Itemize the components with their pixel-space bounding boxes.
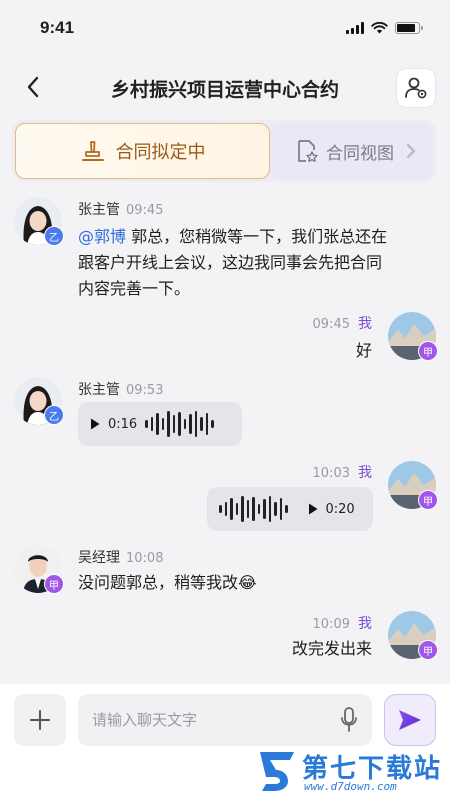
voice-input-button[interactable] — [336, 706, 362, 734]
add-attachment-button[interactable] — [14, 694, 66, 746]
mention-link[interactable]: @郭博 — [78, 227, 126, 246]
message-time: 10:09 — [312, 617, 350, 632]
wifi-icon — [371, 22, 388, 34]
tab-contract-drafting[interactable]: 合同拟定中 — [15, 123, 270, 179]
message-time: 09:53 — [126, 383, 164, 398]
sender-name: 吴经理 — [78, 550, 120, 566]
role-badge: 甲 — [44, 574, 64, 594]
signing-pen-icon — [81, 141, 104, 161]
voice-duration: 0:20 — [325, 501, 355, 517]
voice-message[interactable]: 0:16 — [78, 402, 242, 446]
watermark-url: www.d7down.com — [304, 780, 397, 793]
role-badge: 甲 — [418, 341, 438, 361]
watermark: 第七下载站 www.d7down.com — [252, 746, 447, 796]
status-icons — [346, 22, 423, 34]
sender-name: 张主管 — [78, 202, 120, 218]
sender-name: 张主管 — [78, 382, 120, 398]
message-text: 没问题郭总，稍等我改😂 — [78, 573, 257, 592]
message-line: @郭博 郭总，您稍微等一下，我们张总还在 — [78, 224, 428, 250]
message-line-text: 郭总，您稍微等一下，我们张总还在 — [131, 227, 388, 246]
voice-message[interactable]: 0:20 — [207, 487, 373, 531]
play-icon — [91, 418, 100, 430]
message-text: 改完发出来 — [291, 639, 372, 658]
watermark-logo-icon — [260, 752, 294, 791]
sender-name: 我 — [358, 465, 372, 481]
message-line: 跟客户开线上会议，这边我同事会先把合同 — [78, 253, 383, 272]
plus-icon — [30, 710, 50, 730]
chat-text-input[interactable] — [78, 694, 372, 746]
send-button[interactable] — [384, 694, 436, 746]
message-time: 09:45 — [312, 317, 350, 332]
role-badge: 甲 — [418, 490, 438, 510]
message-text: @郭博 郭总，您稍微等一下，我们张总还在 跟客户开线上会议，这边我同事会先把合同… — [78, 224, 428, 302]
document-star-icon — [298, 140, 318, 162]
waveform-icon — [145, 410, 214, 438]
contract-tabs: 合同拟定中 合同视图 — [12, 120, 436, 182]
play-icon — [308, 503, 317, 515]
role-badge: 乙 — [44, 226, 64, 246]
sender-line: 张主管 09:45 — [78, 199, 163, 219]
page-title: 乡村振兴项目运营中心合约 — [110, 79, 339, 101]
chevron-right-icon — [406, 143, 416, 159]
status-bar: 9:41 — [0, 0, 450, 56]
message-time: 09:45 — [126, 203, 164, 218]
message-time: 10:08 — [126, 551, 164, 566]
nav-bar: 乡村振兴项目运营中心合约 — [0, 62, 450, 112]
waveform-icon — [219, 495, 288, 523]
sender-name: 我 — [358, 316, 372, 332]
cellular-signal-icon — [346, 22, 364, 34]
message-text: 好 — [355, 341, 372, 360]
microphone-icon — [341, 707, 357, 732]
tab-label: 合同拟定中 — [115, 142, 206, 163]
message-time: 10:03 — [312, 466, 350, 481]
sender-name: 我 — [358, 616, 372, 632]
sender-line: 10:09 我 — [313, 613, 372, 633]
message-line: 内容完善一下。 — [78, 279, 191, 298]
voice-duration: 0:16 — [108, 416, 138, 432]
tab-contract-view[interactable]: 合同视图 — [270, 123, 433, 179]
sender-line: 09:45 我 — [313, 313, 372, 333]
user-settings-icon — [405, 77, 427, 99]
send-icon — [399, 710, 421, 730]
battery-level — [397, 24, 415, 32]
sender-line: 吴经理 10:08 — [78, 547, 163, 567]
tab-label: 合同视图 — [326, 143, 394, 164]
role-badge: 乙 — [44, 405, 64, 425]
status-time: 9:41 — [40, 18, 75, 37]
sender-line: 10:03 我 — [313, 462, 372, 482]
sender-line: 张主管 09:53 — [78, 379, 163, 399]
role-badge: 甲 — [418, 640, 438, 660]
battery-icon — [395, 22, 423, 34]
contact-settings-button[interactable] — [396, 68, 436, 108]
